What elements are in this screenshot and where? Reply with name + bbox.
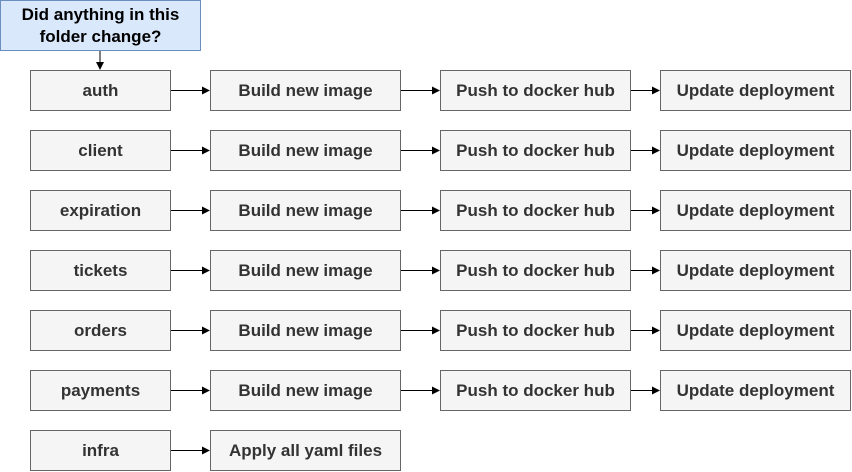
push-docker-hub-box-orders-label: Push to docker hub bbox=[456, 320, 615, 340]
push-docker-hub-box-client-label: Push to docker hub bbox=[456, 140, 615, 160]
update-deployment-box-client: Update deployment bbox=[660, 130, 851, 171]
update-deployment-box-tickets-label: Update deployment bbox=[676, 260, 835, 280]
folder-box-expiration-label: expiration bbox=[59, 200, 142, 220]
folder-box-infra-label: infra bbox=[82, 440, 119, 460]
folder-box-tickets: tickets bbox=[30, 250, 171, 291]
update-deployment-box-orders-label: Update deployment bbox=[676, 320, 835, 340]
push-docker-hub-box-client: Push to docker hub bbox=[440, 130, 631, 171]
apply-yaml-box-infra-label: Apply all yaml files bbox=[228, 440, 383, 460]
build-image-box-client-label: Build new image bbox=[238, 140, 373, 160]
update-deployment-box-payments-label: Update deployment bbox=[676, 380, 835, 400]
build-image-box-orders: Build new image bbox=[210, 310, 401, 351]
build-image-box-payments: Build new image bbox=[210, 370, 401, 411]
push-docker-hub-box-orders: Push to docker hub bbox=[440, 310, 631, 351]
folder-box-auth: auth bbox=[30, 70, 171, 111]
folder-box-infra: infra bbox=[30, 430, 171, 471]
folder-box-payments-label: payments bbox=[60, 380, 141, 400]
folder-box-payments: payments bbox=[30, 370, 171, 411]
update-deployment-box-orders: Update deployment bbox=[660, 310, 851, 351]
update-deployment-box-tickets: Update deployment bbox=[660, 250, 851, 291]
update-deployment-box-client-label: Update deployment bbox=[676, 140, 835, 160]
build-image-box-orders-label: Build new image bbox=[238, 320, 373, 340]
update-deployment-box-payments: Update deployment bbox=[660, 370, 851, 411]
update-deployment-box-expiration: Update deployment bbox=[660, 190, 851, 231]
folder-box-orders: orders bbox=[30, 310, 171, 351]
push-docker-hub-box-expiration-label: Push to docker hub bbox=[456, 200, 615, 220]
update-deployment-box-auth-label: Update deployment bbox=[676, 80, 835, 100]
update-deployment-box-expiration-label: Update deployment bbox=[676, 200, 835, 220]
push-docker-hub-box-tickets: Push to docker hub bbox=[440, 250, 631, 291]
update-deployment-box-auth: Update deployment bbox=[660, 70, 851, 111]
build-image-box-tickets-label: Build new image bbox=[238, 260, 373, 280]
apply-yaml-box-infra: Apply all yaml files bbox=[210, 430, 401, 471]
build-image-box-auth: Build new image bbox=[210, 70, 401, 111]
push-docker-hub-box-payments-label: Push to docker hub bbox=[456, 380, 615, 400]
build-image-box-client: Build new image bbox=[210, 130, 401, 171]
build-image-box-expiration: Build new image bbox=[210, 190, 401, 231]
push-docker-hub-box-expiration: Push to docker hub bbox=[440, 190, 631, 231]
build-image-box-payments-label: Build new image bbox=[238, 380, 373, 400]
push-docker-hub-box-payments: Push to docker hub bbox=[440, 370, 631, 411]
push-docker-hub-box-tickets-label: Push to docker hub bbox=[456, 260, 615, 280]
push-docker-hub-box-auth: Push to docker hub bbox=[440, 70, 631, 111]
folder-box-auth-label: auth bbox=[82, 80, 119, 100]
folder-box-client: client bbox=[30, 130, 171, 171]
folder-box-expiration: expiration bbox=[30, 190, 171, 231]
folder-box-tickets-label: tickets bbox=[73, 260, 128, 280]
build-image-box-auth-label: Build new image bbox=[238, 80, 373, 100]
folder-box-orders-label: orders bbox=[74, 320, 127, 340]
build-image-box-tickets: Build new image bbox=[210, 250, 401, 291]
build-image-box-expiration-label: Build new image bbox=[238, 200, 373, 220]
folder-box-client-label: client bbox=[78, 140, 123, 160]
push-docker-hub-box-auth-label: Push to docker hub bbox=[456, 80, 615, 100]
